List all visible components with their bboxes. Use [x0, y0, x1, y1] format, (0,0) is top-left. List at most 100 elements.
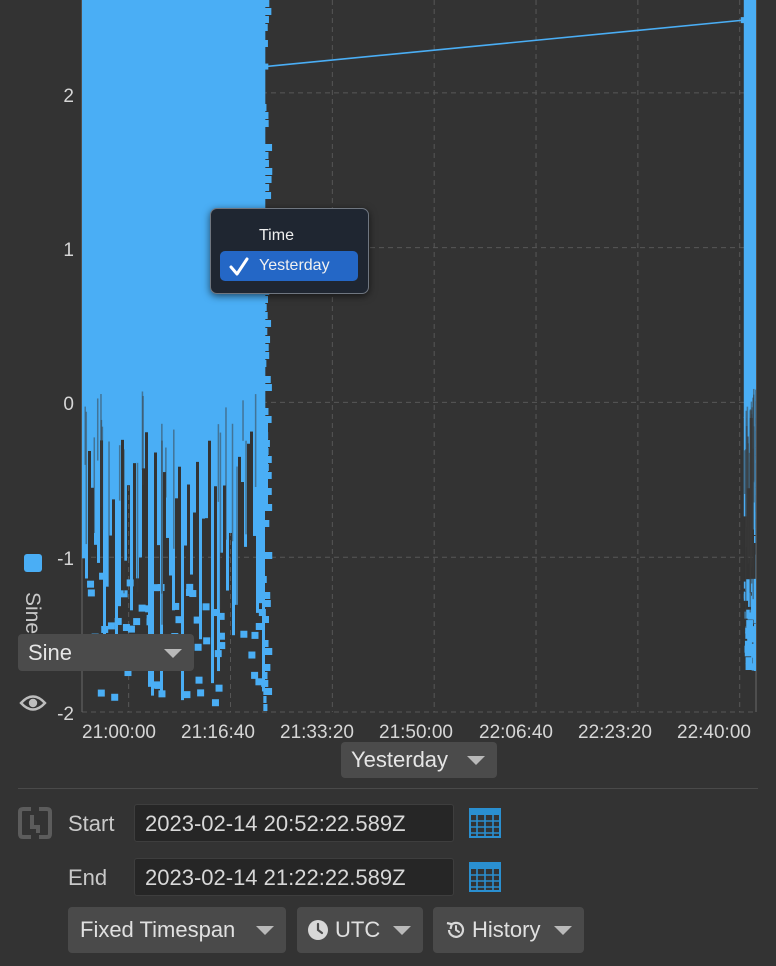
data-marker [751, 663, 756, 671]
data-marker [754, 320, 756, 327]
data-marker [263, 696, 267, 703]
data-marker [754, 224, 756, 231]
start-time-input[interactable]: 2023-02-14 20:52:22.589Z [134, 804, 454, 842]
data-marker [263, 688, 273, 695]
data-marker [754, 400, 756, 407]
series-select-value: Sine [28, 639, 73, 665]
timezone-label: UTC [335, 917, 381, 942]
calendar-icon[interactable] [469, 807, 501, 839]
data-gap [142, 395, 144, 486]
data-column [238, 416, 241, 457]
data-gap [93, 437, 96, 533]
data-column [256, 416, 259, 613]
data-marker [263, 424, 267, 431]
legend-swatch [24, 554, 42, 572]
x-tick-label: 22:40:00 [677, 722, 751, 743]
data-marker [754, 32, 756, 39]
data-marker [263, 464, 269, 471]
data-marker [263, 448, 269, 455]
data-marker [263, 192, 272, 199]
calendar-icon[interactable] [469, 861, 501, 893]
data-marker [754, 0, 756, 7]
chevron-down-icon [393, 926, 411, 935]
series-sine [82, 0, 756, 711]
data-marker [211, 609, 219, 617]
end-time-input[interactable]: 2023-02-14 21:22:22.589Z [134, 858, 454, 896]
data-marker [240, 630, 248, 638]
data-marker [755, 635, 756, 643]
x-tick-label: 21:00:00 [82, 722, 156, 743]
data-column [265, 416, 268, 511]
history-icon [446, 921, 465, 938]
timespan-mode-select[interactable]: Fixed Timespan [68, 907, 286, 953]
data-marker [263, 664, 271, 671]
data-marker [754, 232, 756, 239]
eye-icon[interactable] [19, 693, 47, 713]
data-marker [263, 336, 271, 343]
data-gap [217, 424, 220, 502]
data-marker [753, 646, 756, 654]
timespan-mode-label: Fixed Timespan [80, 917, 236, 942]
link-bracket-icon[interactable] [17, 805, 53, 841]
data-marker [746, 620, 754, 628]
data-marker [263, 384, 272, 391]
data-gap [118, 445, 121, 501]
data-gap [219, 432, 222, 610]
data-marker [751, 612, 756, 620]
data-marker [193, 616, 201, 624]
data-column [184, 416, 187, 546]
data-marker [263, 296, 268, 303]
data-marker [263, 432, 269, 439]
chevron-down-icon [164, 649, 182, 658]
data-gap [746, 436, 749, 498]
data-column [196, 416, 199, 462]
data-marker [263, 376, 271, 383]
data-marker [754, 128, 756, 135]
data-marker [263, 328, 268, 335]
data-marker [263, 160, 269, 167]
data-marker [197, 689, 205, 697]
data-marker [754, 136, 756, 143]
data-marker [754, 152, 756, 159]
data-marker [754, 312, 756, 319]
data-marker [745, 663, 753, 671]
y-tick-label: 2 [63, 86, 74, 107]
menu-item-yesterday[interactable]: Yesterday [220, 251, 358, 281]
data-marker [263, 440, 270, 447]
data-marker [754, 448, 756, 455]
chart-plot[interactable] [0, 0, 776, 720]
data-marker [261, 679, 269, 687]
data-marker [263, 344, 269, 351]
timezone-select[interactable]: UTC [297, 907, 423, 953]
data-marker [754, 376, 756, 383]
y-tick-label: 1 [63, 240, 74, 261]
x-tick-label: 22:23:20 [578, 722, 652, 743]
y-tick-label: 0 [63, 394, 74, 415]
data-marker [251, 631, 259, 639]
data-column [190, 416, 193, 575]
data-gap [165, 447, 167, 498]
data-marker [754, 512, 756, 519]
data-marker [122, 624, 130, 632]
data-marker [754, 280, 756, 287]
data-marker [258, 609, 266, 617]
data-marker [263, 312, 268, 319]
data-column [205, 416, 208, 519]
series-select[interactable]: Sine [18, 634, 194, 671]
x-tick-label: 21:50:00 [379, 722, 453, 743]
series-line [265, 19, 744, 68]
history-select[interactable]: History [433, 907, 584, 953]
x-axis-select[interactable]: Yesterday [341, 742, 497, 778]
data-gap [231, 423, 234, 542]
data-column [199, 416, 202, 640]
data-column [178, 416, 181, 467]
data-marker [214, 650, 222, 658]
data-gap [123, 449, 125, 594]
data-marker [175, 616, 183, 624]
data-marker [754, 120, 756, 127]
divider [18, 788, 758, 789]
data-marker [754, 216, 756, 223]
data-marker [183, 691, 191, 699]
data-column [208, 416, 211, 441]
data-marker [152, 584, 160, 592]
